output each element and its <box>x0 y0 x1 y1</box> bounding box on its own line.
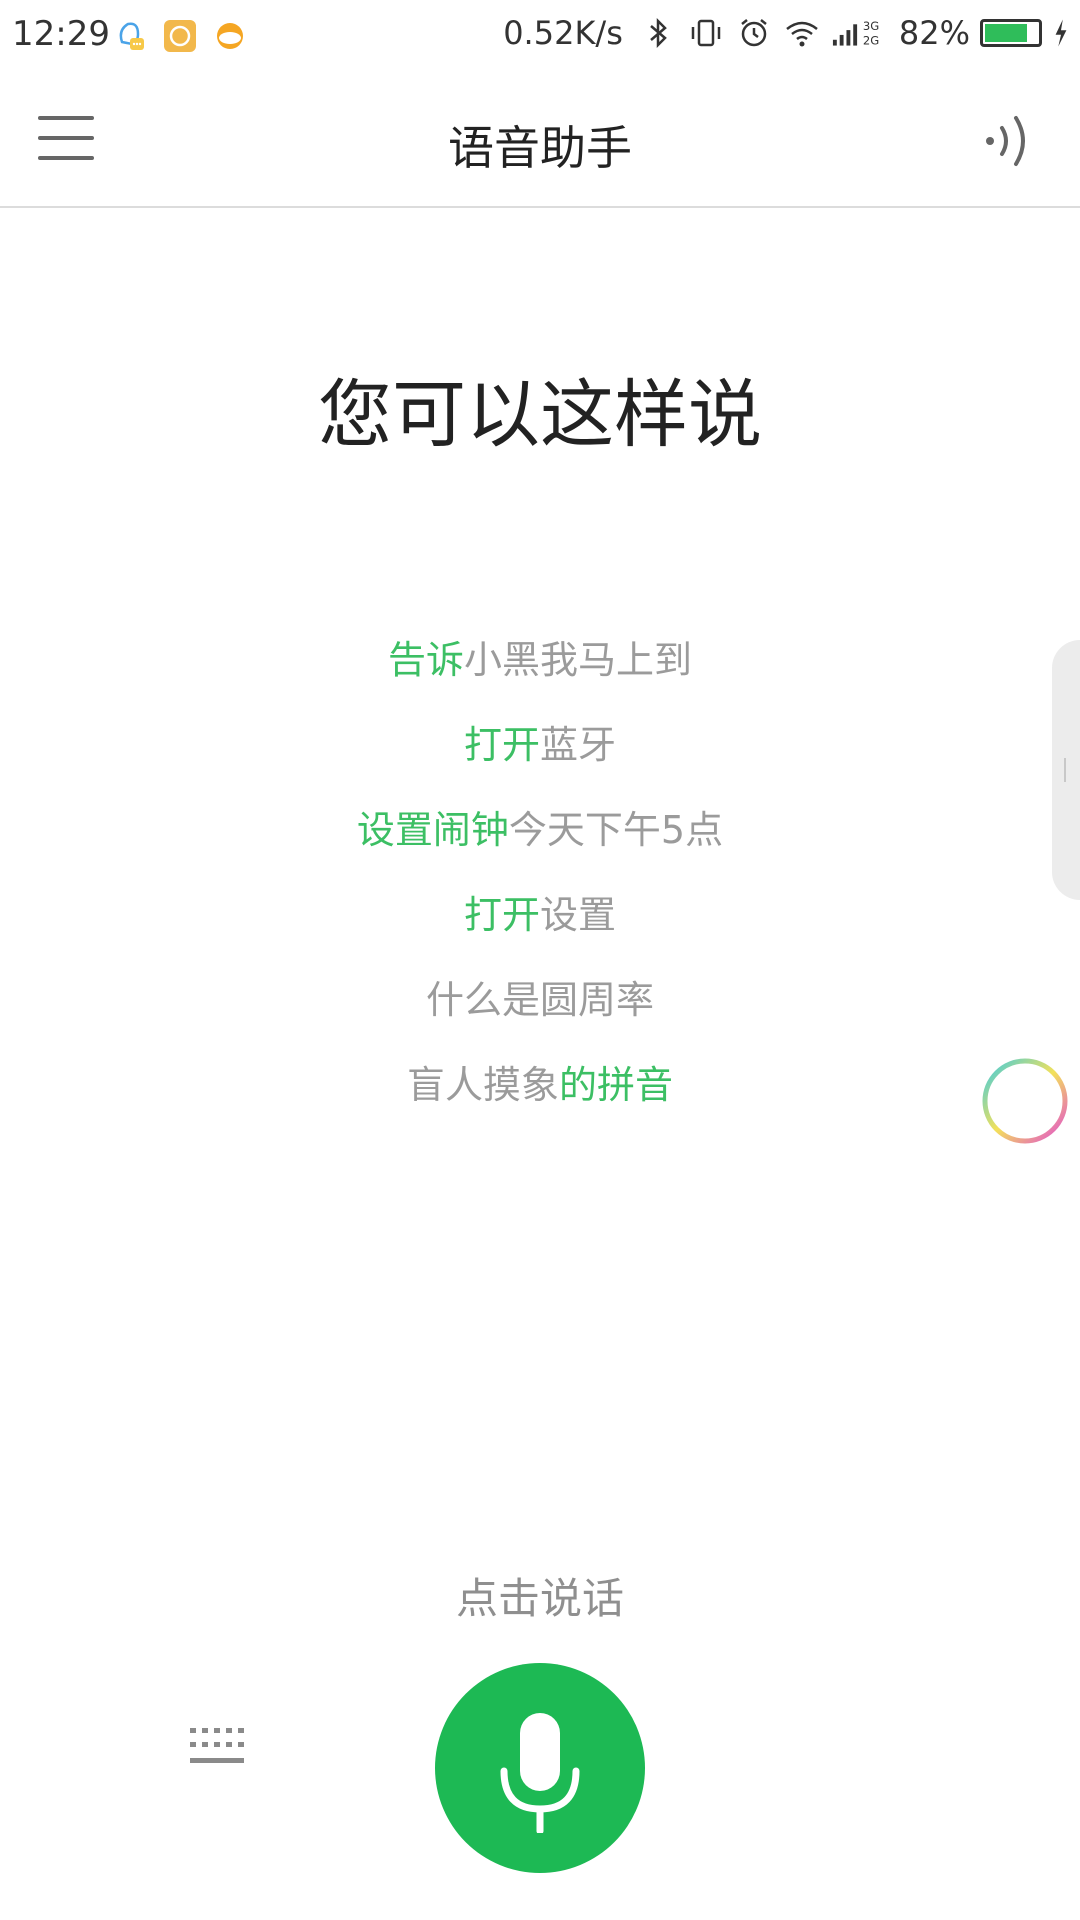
notification-icons <box>112 18 248 54</box>
status-right: 0.52K/s 3G 2G 82% <box>503 14 1070 52</box>
example-commands: 告诉小黑我马上到 打开蓝牙 设置闹钟今天下午5点 打开设置 什么是圆周率 盲人摸… <box>0 618 1080 1128</box>
alarm-icon <box>741 19 767 47</box>
battery-icon <box>980 19 1042 47</box>
example-item[interactable]: 什么是圆周率 <box>0 958 1080 1043</box>
example-item[interactable]: 打开蓝牙 <box>0 703 1080 788</box>
page-title: 语音助手 <box>448 121 632 175</box>
microphone-icon <box>500 1713 580 1833</box>
weather-icon <box>217 23 243 49</box>
network-speed: 0.52K/s <box>503 14 623 52</box>
keyboard-icon <box>190 1728 244 1763</box>
side-drawer-handle[interactable] <box>1052 640 1080 900</box>
battery-percent: 82% <box>898 14 970 52</box>
bluetooth-icon <box>650 17 667 49</box>
network-type-2g: 2G <box>863 34 879 48</box>
status-time: 12:29 <box>12 14 110 54</box>
status-bar: 12:29 0.52K/s 3G 2G 82% <box>0 0 1080 78</box>
vibrate-icon <box>691 19 721 47</box>
examples-heading: 您可以这样说 <box>318 372 762 458</box>
example-item[interactable]: 设置闹钟今天下午5点 <box>0 788 1080 873</box>
wifi-icon <box>786 21 818 47</box>
example-item[interactable]: 盲人摸象的拼音 <box>0 1043 1080 1128</box>
app-icon <box>164 20 196 52</box>
microphone-button[interactable] <box>435 1663 645 1873</box>
battery-level <box>985 24 1027 42</box>
network-type-3g: 3G <box>863 19 879 33</box>
voice-assistant-screen: 12:29 0.52K/s 3G 2G 82% 语音助手 您可以这样说 告诉小黑… <box>0 0 1080 1920</box>
speaker-button[interactable] <box>980 108 1040 174</box>
tap-to-speak-hint: 点击说话 <box>455 1574 624 1623</box>
charging-icon <box>1055 19 1067 47</box>
speaker-icon <box>986 116 1025 166</box>
app-header: 语音助手 <box>0 78 1080 208</box>
qq-icon <box>119 22 144 50</box>
floating-assistant-ring[interactable] <box>980 1056 1070 1146</box>
signal-icon: 3G 2G <box>832 19 879 48</box>
keyboard-button[interactable] <box>190 1728 244 1768</box>
example-item[interactable]: 告诉小黑我马上到 <box>0 618 1080 703</box>
example-item[interactable]: 打开设置 <box>0 873 1080 958</box>
